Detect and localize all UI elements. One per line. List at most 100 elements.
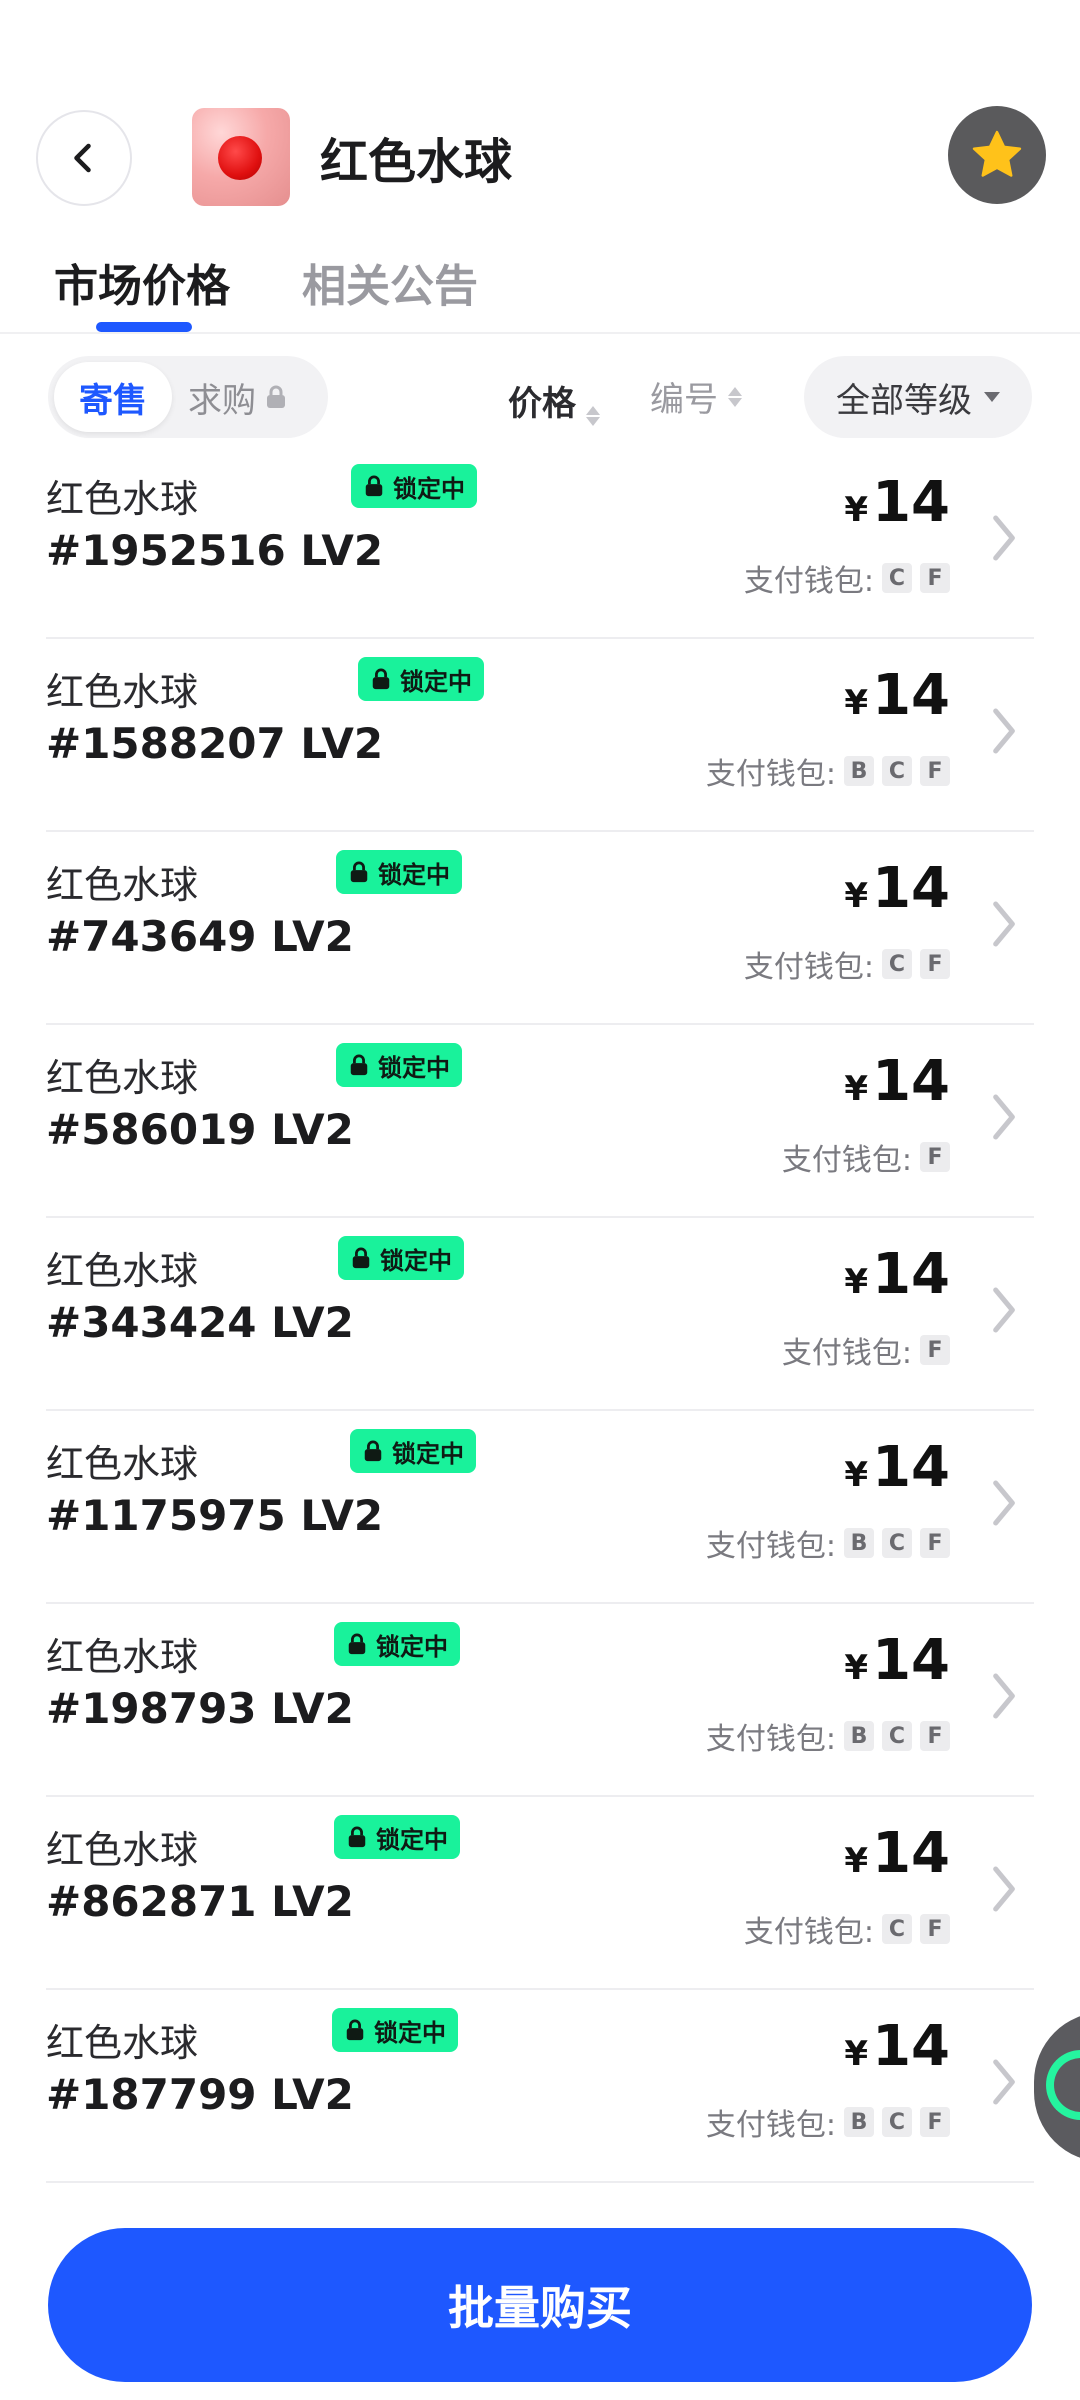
currency-symbol: ¥ [844, 490, 869, 530]
wallet-chip: F [920, 949, 950, 979]
locked-badge: 锁定中 [351, 464, 477, 508]
item-price: ¥14 [844, 1242, 950, 1307]
currency-symbol: ¥ [844, 1648, 869, 1688]
balloon-image [218, 136, 262, 180]
lock-icon [348, 1633, 366, 1655]
wallet-chip: F [920, 2107, 950, 2137]
wallet-chip: F [920, 563, 950, 593]
listing-row[interactable]: 红色水球 锁定中 #1175975 LV2 ¥14 支付钱包: B C F [46, 1411, 1034, 1604]
tab-announcements[interactable]: 相关公告 [302, 250, 478, 314]
payment-wallet-label: 支付钱包: [743, 564, 874, 599]
chevron-left-icon [74, 143, 91, 173]
back-button[interactable] [36, 110, 132, 206]
locked-badge-label: 锁定中 [376, 1825, 448, 1854]
item-serial-level: #743649 LV2 [46, 912, 354, 961]
item-name: 红色水球 [46, 863, 199, 907]
sort-arrows-icon [728, 386, 742, 407]
page: 红色水球 市场价格 相关公告 寄售 求购 价格 编号 全部等级 红色水球 锁定中… [0, 0, 1080, 2400]
price-value: 14 [872, 1821, 950, 1886]
chevron-right-icon [984, 1087, 1024, 1147]
sort-price-label: 价格 [508, 384, 576, 424]
bulk-buy-button[interactable]: 批量购买 [48, 2228, 1032, 2382]
wallet-chip: C [882, 1528, 912, 1558]
listing-row[interactable]: 红色水球 锁定中 #586019 LV2 ¥14 支付钱包: F [46, 1025, 1034, 1218]
item-name: 红色水球 [46, 1828, 199, 1872]
wallet-chip: B [844, 756, 874, 786]
locked-badge: 锁定中 [338, 1236, 464, 1280]
locked-badge: 锁定中 [332, 2008, 458, 2052]
item-serial-level: #1952516 LV2 [46, 526, 384, 575]
price-value: 14 [872, 1628, 950, 1693]
wallet-chip: F [920, 1914, 950, 1944]
item-price: ¥14 [844, 2014, 950, 2079]
chevron-right-icon [984, 701, 1024, 761]
item-serial-level: #1175975 LV2 [46, 1491, 384, 1540]
lock-icon [348, 1826, 366, 1848]
sort-arrows-icon [586, 406, 600, 426]
listing-row[interactable]: 红色水球 锁定中 #743649 LV2 ¥14 支付钱包: C F [46, 832, 1034, 1025]
payment-wallet-label: 支付钱包: [705, 757, 836, 792]
item-serial-level: #586019 LV2 [46, 1105, 354, 1154]
item-serial-level: #187799 LV2 [46, 2070, 354, 2119]
favorite-button[interactable] [948, 106, 1046, 204]
grade-dropdown[interactable]: 全部等级 [804, 356, 1032, 438]
listing-row[interactable]: 红色水球 锁定中 #343424 LV2 ¥14 支付钱包: F [46, 1218, 1034, 1411]
buy-request-tab[interactable]: 求购 [188, 362, 288, 432]
filter-bar: 寄售 求购 价格 编号 全部等级 [0, 352, 1080, 442]
lock-icon [352, 1247, 370, 1269]
listing-list: 红色水球 锁定中 #1952516 LV2 ¥14 支付钱包: C F 红色水球 锁定中 #158… [0, 446, 1080, 2183]
item-name: 红色水球 [46, 1442, 199, 1486]
currency-symbol: ¥ [844, 1262, 869, 1302]
payment-wallets: 支付钱包: F [782, 1135, 950, 1179]
payment-wallet-label: 支付钱包: [781, 1336, 912, 1371]
listing-row[interactable]: 红色水球 锁定中 #198793 LV2 ¥14 支付钱包: B C F [46, 1604, 1034, 1797]
item-price: ¥14 [844, 1628, 950, 1693]
locked-badge-label: 锁定中 [376, 1632, 448, 1661]
listing-row[interactable]: 红色水球 锁定中 #1952516 LV2 ¥14 支付钱包: C F [46, 446, 1034, 639]
wallet-chip: C [882, 2107, 912, 2137]
item-price: ¥14 [844, 1435, 950, 1500]
wallet-chip: C [882, 1721, 912, 1751]
lock-icon [350, 1054, 368, 1076]
tab-market-price[interactable]: 市场价格 [54, 250, 230, 314]
item-price: ¥14 [844, 470, 950, 535]
wallet-chip: F [920, 1142, 950, 1172]
item-price: ¥14 [844, 1049, 950, 1114]
currency-symbol: ¥ [844, 876, 869, 916]
lock-icon [267, 385, 285, 408]
price-value: 14 [872, 663, 950, 728]
listing-row[interactable]: 红色水球 锁定中 #1588207 LV2 ¥14 支付钱包: B C F [46, 639, 1034, 832]
item-name: 红色水球 [46, 1056, 199, 1100]
tab-indicator [96, 322, 192, 332]
item-name: 红色水球 [46, 2021, 199, 2065]
payment-wallet-label: 支付钱包: [743, 950, 874, 985]
locked-badge-label: 锁定中 [374, 2018, 446, 2047]
listing-row[interactable]: 红色水球 锁定中 #187799 LV2 ¥14 支付钱包: B C F [46, 1990, 1034, 2183]
lock-icon [350, 861, 368, 883]
wallet-chip: B [844, 1721, 874, 1751]
ring-icon [1046, 2050, 1080, 2120]
locked-badge-label: 锁定中 [378, 860, 450, 889]
star-icon [972, 130, 1022, 177]
listing-row[interactable]: 红色水球 锁定中 #862871 LV2 ¥14 支付钱包: C F [46, 1797, 1034, 1990]
mode-segmented-control: 寄售 求购 [48, 356, 328, 438]
lock-icon [364, 1440, 382, 1462]
item-price: ¥14 [844, 856, 950, 921]
payment-wallet-label: 支付钱包: [743, 1915, 874, 1950]
currency-symbol: ¥ [844, 1455, 869, 1495]
item-name: 红色水球 [46, 477, 199, 521]
locked-badge-label: 锁定中 [380, 1246, 452, 1275]
locked-badge: 锁定中 [350, 1429, 476, 1473]
payment-wallet-label: 支付钱包: [705, 1529, 836, 1564]
sort-by-number[interactable]: 编号 [650, 372, 742, 421]
chevron-right-icon [984, 1666, 1024, 1726]
consignment-tab[interactable]: 寄售 [54, 362, 172, 432]
currency-symbol: ¥ [844, 1069, 869, 1109]
payment-wallets: 支付钱包: F [782, 1328, 950, 1372]
item-serial-level: #1588207 LV2 [46, 719, 384, 768]
locked-badge: 锁定中 [336, 1043, 462, 1087]
payment-wallet-label: 支付钱包: [705, 1722, 836, 1757]
tab-bar: 市场价格 相关公告 [0, 240, 1080, 334]
item-name: 红色水球 [46, 1635, 199, 1679]
chevron-right-icon [984, 1473, 1024, 1533]
